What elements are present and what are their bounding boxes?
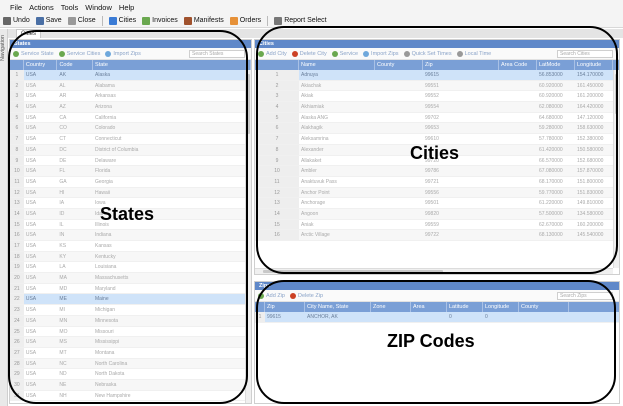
toolbar-label: Invoices — [152, 17, 178, 24]
navigation-sidebar[interactable]: Navigation — [0, 29, 8, 406]
manifests-icon — [183, 16, 192, 25]
toolbar-label: Undo — [13, 17, 30, 24]
menu-item-tools[interactable]: Tools — [61, 3, 79, 12]
toolbar-separator — [267, 15, 269, 26]
cities-icon — [108, 16, 117, 25]
zips-annotation-label: ZIP Codes — [387, 331, 475, 351]
toolbar-label: Manifests — [193, 17, 224, 24]
toolbar-label: Cities — [118, 17, 137, 24]
cities-annotation-label: Cities — [410, 143, 460, 163]
close-icon — [67, 16, 76, 25]
navigation-label: Navigation — [0, 35, 6, 61]
report-select-icon — [274, 16, 283, 25]
menu-item-actions[interactable]: Actions — [29, 3, 54, 12]
undo-button[interactable]: Undo — [3, 16, 30, 25]
report-select-button[interactable]: Report Select — [274, 16, 327, 25]
menu-item-help[interactable]: Help — [119, 3, 134, 12]
save-button[interactable]: Save — [35, 16, 62, 25]
states-annotation-label: States — [100, 204, 155, 224]
toolbar-separator — [101, 15, 103, 26]
menu-item-file[interactable]: File — [10, 3, 22, 12]
manifests-button[interactable]: Manifests — [183, 16, 224, 25]
menu-item-window[interactable]: Window — [85, 3, 112, 12]
undo-icon — [3, 16, 11, 25]
toolbar-label: Save — [45, 17, 62, 24]
toolbar-label: Close — [77, 17, 96, 24]
toolbar-label: Report Select — [284, 17, 327, 24]
toolbar-label: Orders — [239, 17, 262, 24]
orders-icon — [229, 16, 238, 25]
invoices-button[interactable]: Invoices — [142, 16, 178, 25]
save-icon — [35, 16, 44, 25]
close-button[interactable]: Close — [67, 16, 96, 25]
orders-button[interactable]: Orders — [229, 16, 262, 25]
menu-bar: File Actions Tools Window Help — [0, 0, 623, 14]
invoices-icon — [142, 16, 151, 25]
cities-button[interactable]: Cities — [108, 16, 137, 25]
